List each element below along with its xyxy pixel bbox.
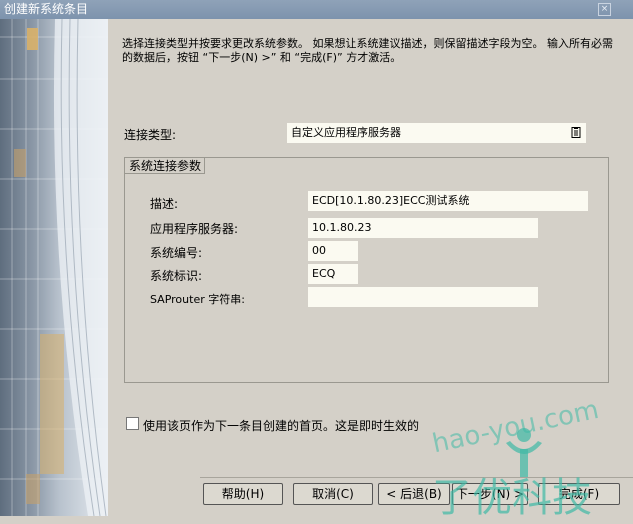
system-id-input[interactable]: ECQ — [308, 264, 358, 284]
side-banner-image — [0, 19, 108, 516]
building-graphic — [0, 19, 108, 516]
connection-type-value: 自定义应用程序服务器 — [291, 126, 401, 139]
description-input[interactable]: ECD[10.1.80.23]ECC测试系统 — [308, 191, 588, 211]
use-as-startpage-checkbox[interactable] — [126, 417, 139, 430]
window-title: 创建新系统条目 — [4, 2, 89, 16]
system-id-label: 系统标识: — [150, 269, 203, 283]
button-separator — [200, 477, 633, 478]
finish-button[interactable]: 完成(F) — [538, 483, 620, 505]
system-number-input[interactable]: 00 — [308, 241, 358, 261]
close-icon[interactable]: × — [598, 3, 611, 16]
dialog-content: 选择连接类型并按要求更改系统参数。 如果想让系统建议描述，则保留描述字段为空。 … — [108, 19, 633, 521]
saprouter-input[interactable] — [308, 287, 538, 307]
help-button[interactable]: 帮助(H) — [203, 483, 283, 505]
connection-type-select[interactable]: 自定义应用程序服务器 — [287, 123, 586, 143]
description-label: 描述: — [150, 197, 179, 211]
next-button[interactable]: 下一步(N) > — [452, 483, 528, 505]
app-server-label: 应用程序服务器: — [150, 222, 239, 236]
instructions-text: 选择连接类型并按要求更改系统参数。 如果想让系统建议描述，则保留描述字段为空。 … — [122, 37, 613, 64]
group-title: 系统连接参数 — [125, 158, 205, 174]
cancel-button[interactable]: 取消(C) — [293, 483, 373, 505]
back-button[interactable]: < 后退(B) — [378, 483, 450, 505]
dropdown-icon[interactable] — [571, 127, 581, 138]
system-number-label: 系统编号: — [150, 246, 203, 260]
saprouter-label: SAProuter 字符串: — [150, 293, 245, 306]
app-server-input[interactable]: 10.1.80.23 — [308, 218, 538, 238]
title-bar: 创建新系统条目 × — [0, 0, 633, 19]
watermark-domain: hao-you.com — [430, 395, 602, 460]
use-as-startpage-label: 使用该页作为下一条目创建的首页。这是即时生效的 — [143, 419, 420, 433]
connection-type-label: 连接类型: — [124, 128, 177, 142]
